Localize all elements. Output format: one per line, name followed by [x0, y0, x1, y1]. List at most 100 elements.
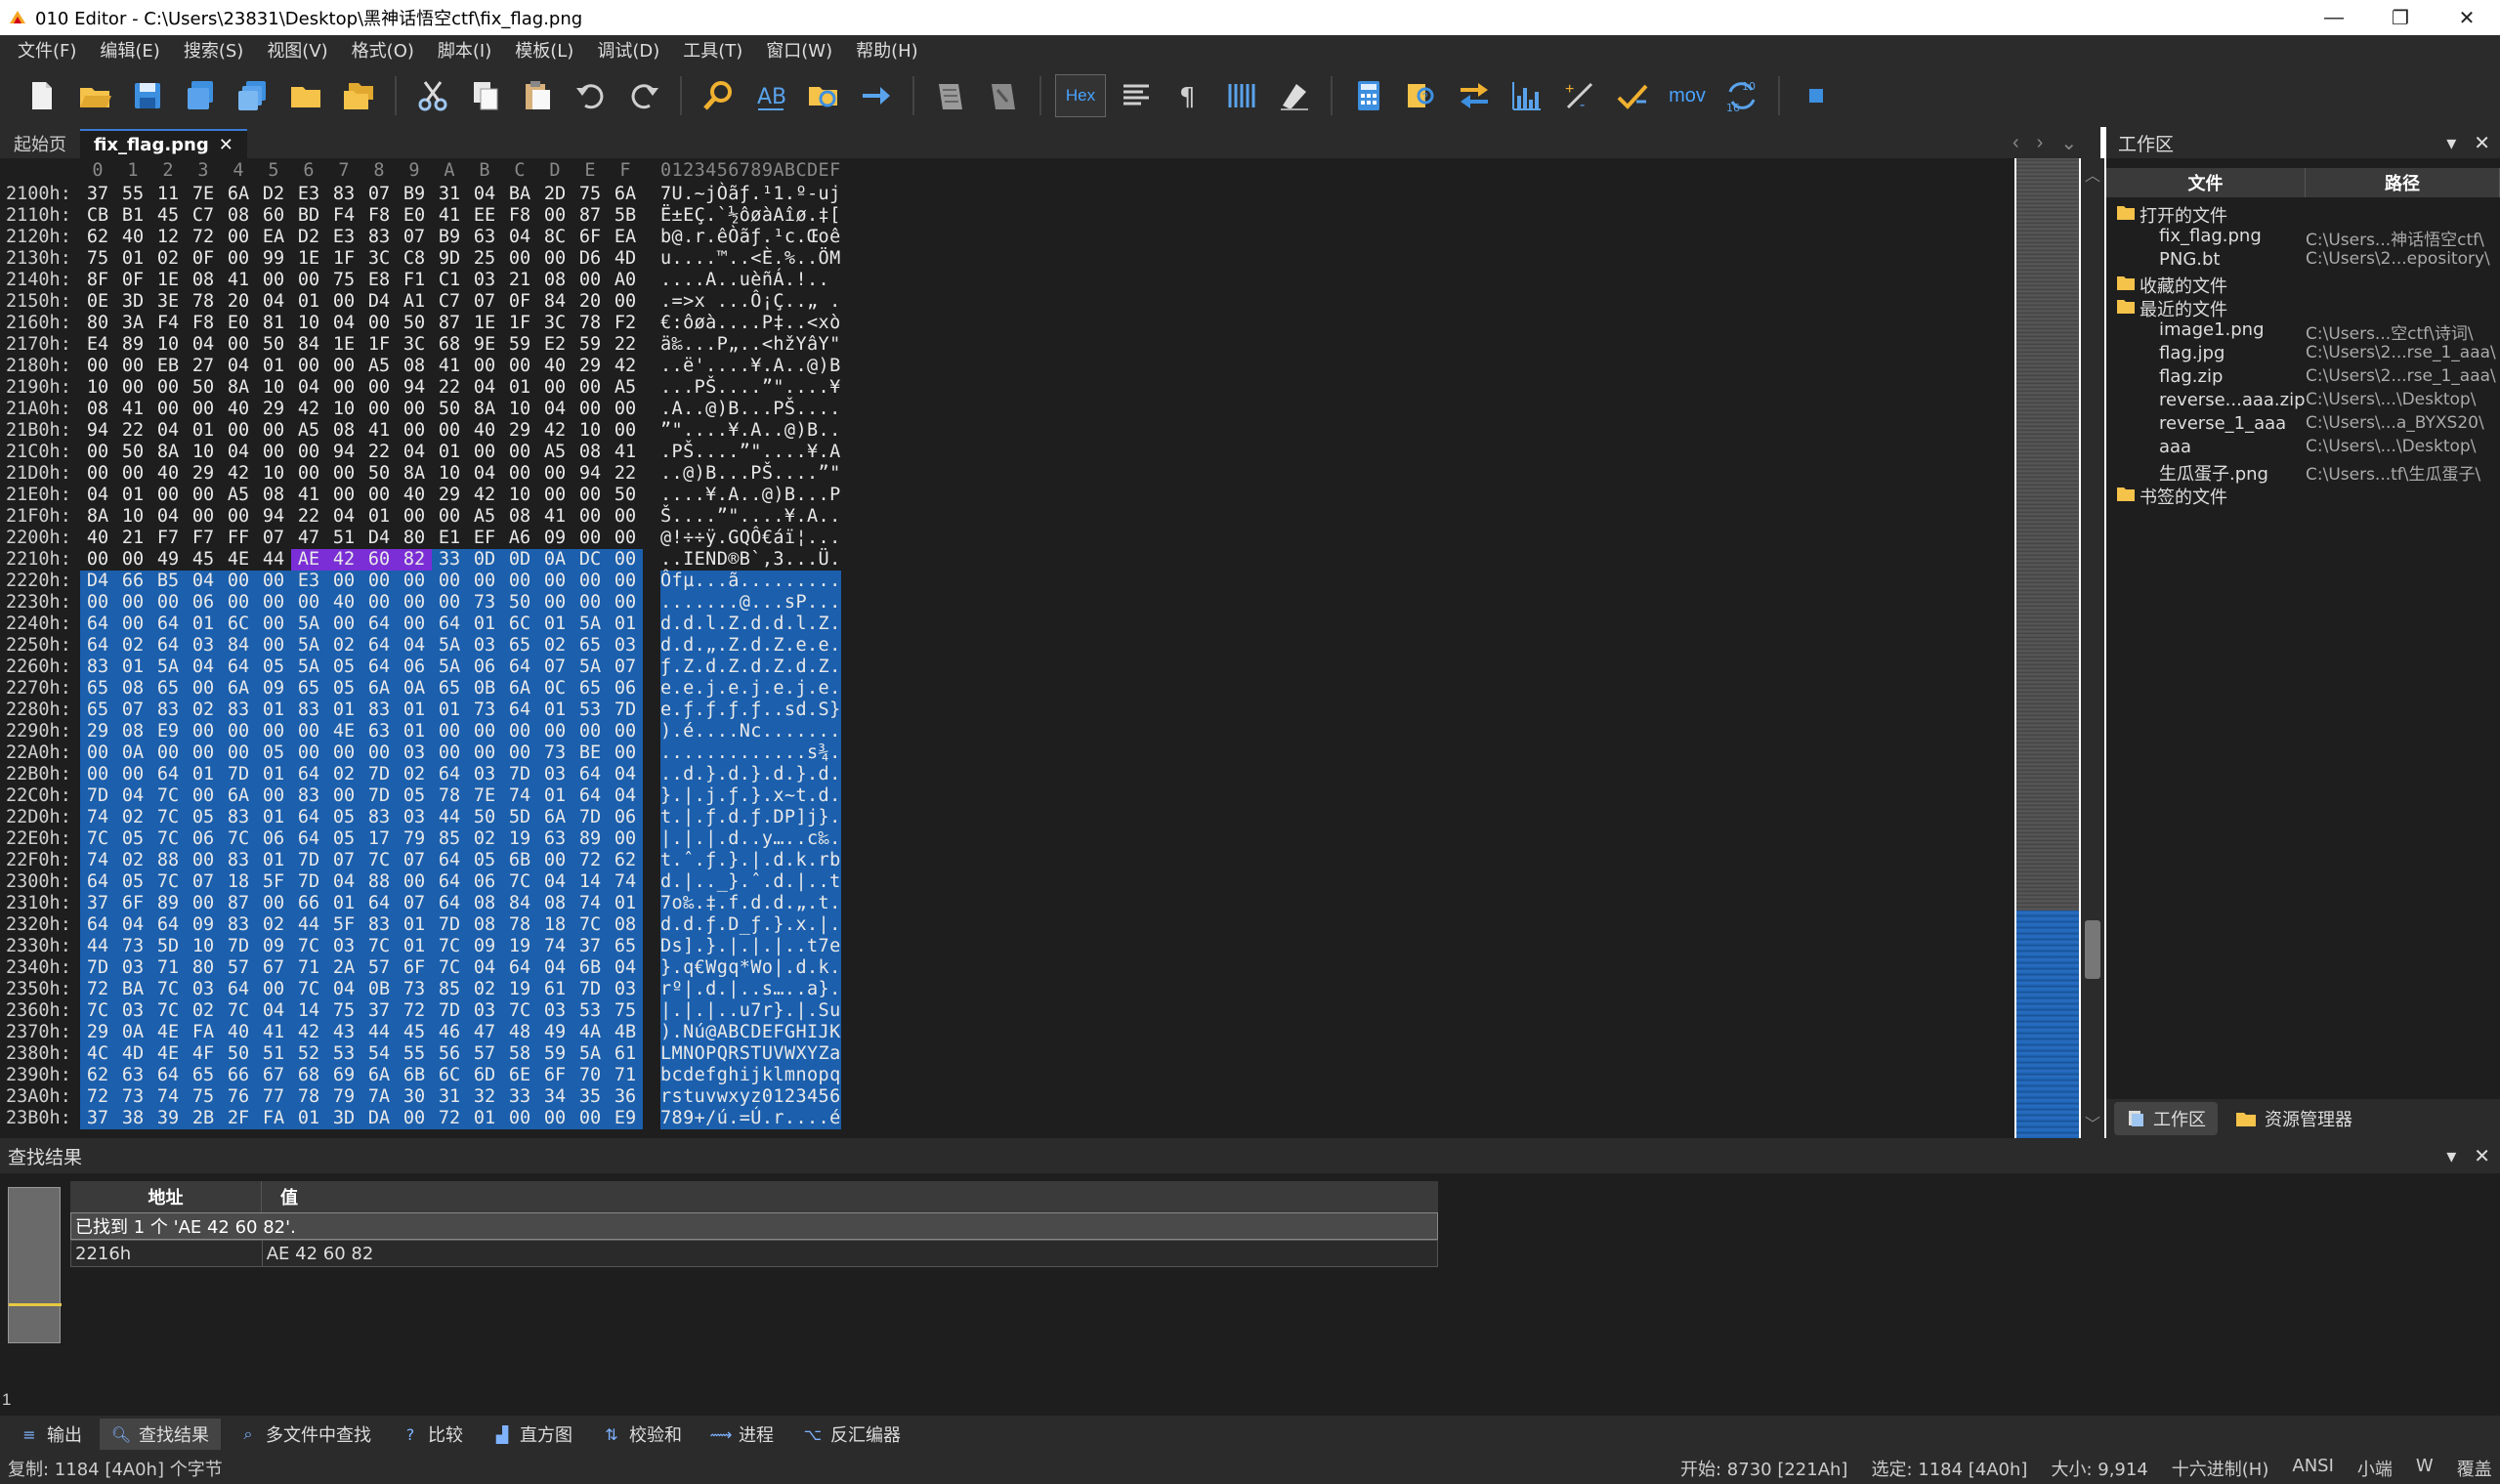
hex-byte[interactable]: 05 — [326, 807, 361, 828]
hex-byte[interactable]: 00 — [221, 721, 256, 742]
hex-byte[interactable]: 64 — [572, 764, 608, 785]
menu-help[interactable]: 帮助(H) — [844, 37, 930, 63]
hex-byte[interactable]: 10 — [256, 377, 291, 399]
hex-byte[interactable]: 04 — [80, 485, 115, 506]
hex-byte[interactable]: 21 — [115, 528, 150, 549]
hex-byte[interactable]: 03 — [186, 635, 221, 657]
hex-byte[interactable]: 54 — [361, 1043, 397, 1065]
hex-byte[interactable]: 07 — [397, 850, 432, 871]
ascii-text[interactable]: Ôfµ...ã......... — [660, 571, 841, 592]
hex-byte[interactable]: E4 — [80, 334, 115, 356]
hex-byte[interactable]: 03 — [467, 1000, 502, 1022]
hex-byte[interactable]: 64 — [150, 614, 186, 635]
hex-byte[interactable]: 42 — [291, 399, 326, 420]
hex-byte[interactable]: 78 — [432, 785, 467, 807]
hex-byte[interactable]: 61 — [608, 1043, 643, 1065]
hex-byte[interactable]: FF — [221, 528, 256, 549]
minimize-button[interactable]: — — [2301, 0, 2367, 35]
hex-byte[interactable]: 08 — [537, 893, 572, 914]
hex-byte[interactable]: 00 — [80, 549, 115, 571]
ascii-text[interactable]: }.q€Wgq*Wo|.d.k. — [660, 957, 841, 979]
hex-byte[interactable]: 3C — [361, 248, 397, 270]
hex-byte[interactable]: 05 — [326, 828, 361, 850]
hex-byte[interactable]: 41 — [608, 442, 643, 463]
hex-byte[interactable]: 10 — [186, 442, 221, 463]
hex-byte[interactable]: 1E — [150, 270, 186, 291]
hex-byte[interactable]: 01 — [467, 1108, 502, 1129]
hex-byte[interactable]: 00 — [291, 592, 326, 614]
hex-byte[interactable]: 02 — [326, 764, 361, 785]
hex-byte[interactable]: 00 — [537, 377, 572, 399]
hex-byte[interactable]: 7D — [291, 871, 326, 893]
hex-byte[interactable]: 40 — [397, 485, 432, 506]
find-button[interactable] — [696, 73, 741, 118]
status-overwrite[interactable]: 覆盖 — [2457, 1456, 2492, 1481]
hex-byte[interactable]: 41 — [115, 399, 150, 420]
ascii-text[interactable]: b@.r.êÒãƒ.¹c.Œoê — [660, 227, 841, 248]
hex-byte[interactable]: 50 — [221, 1043, 256, 1065]
hex-byte[interactable]: 0A — [397, 678, 432, 700]
hex-byte[interactable]: 2F — [221, 1108, 256, 1129]
inspector-button[interactable]: ? — [1399, 73, 1444, 118]
hex-byte[interactable]: 05 — [115, 828, 150, 850]
hex-byte[interactable]: 66 — [291, 893, 326, 914]
hex-byte[interactable]: 75 — [608, 1000, 643, 1022]
hex-byte[interactable]: 7C — [150, 871, 186, 893]
hex-byte[interactable]: 7D — [221, 764, 256, 785]
run-template-button[interactable] — [928, 73, 973, 118]
hex-byte[interactable]: 10 — [432, 463, 467, 485]
hex-byte[interactable]: 08 — [221, 205, 256, 227]
hex-byte[interactable]: 50 — [467, 807, 502, 828]
hex-byte[interactable]: 72 — [186, 227, 221, 248]
hex-byte[interactable]: 64 — [221, 657, 256, 678]
hex-byte[interactable]: 88 — [150, 850, 186, 871]
hex-byte[interactable]: 00 — [115, 592, 150, 614]
hex-byte[interactable]: 00 — [537, 850, 572, 871]
hex-byte[interactable]: 0B — [467, 678, 502, 700]
hex-byte[interactable]: 00 — [326, 785, 361, 807]
hex-byte[interactable]: 00 — [361, 399, 397, 420]
hex-byte[interactable]: 00 — [572, 721, 608, 742]
hex-byte[interactable]: 5D — [502, 807, 537, 828]
hex-byte[interactable]: 0D — [502, 549, 537, 571]
hex-byte[interactable]: 0C — [537, 678, 572, 700]
hex-byte[interactable]: F4 — [326, 205, 361, 227]
hex-byte[interactable]: 04 — [467, 377, 502, 399]
hex-byte[interactable]: 83 — [361, 914, 397, 936]
hex-byte[interactable]: 07 — [608, 657, 643, 678]
hex-byte[interactable]: 04 — [537, 871, 572, 893]
hex-byte[interactable]: 0F — [186, 248, 221, 270]
hex-byte[interactable]: 00 — [291, 463, 326, 485]
hex-byte[interactable]: 94 — [256, 506, 291, 528]
hex-byte[interactable]: 64 — [502, 657, 537, 678]
hex-byte[interactable]: DA — [361, 1108, 397, 1129]
hex-byte[interactable]: A5 — [608, 377, 643, 399]
hex-byte[interactable]: 75 — [572, 184, 608, 205]
hex-byte[interactable]: 01 — [186, 614, 221, 635]
hex-byte[interactable]: B1 — [115, 205, 150, 227]
ascii-text[interactable]: t.ˆ.ƒ.}.|.d.k.rb — [660, 850, 841, 871]
hex-byte[interactable]: D4 — [361, 291, 397, 313]
hex-byte[interactable]: 7C — [291, 979, 326, 1000]
hex-byte[interactable]: 00 — [608, 571, 643, 592]
hex-byte[interactable]: 00 — [537, 592, 572, 614]
hex-byte[interactable]: 00 — [537, 248, 572, 270]
hex-byte[interactable]: 04 — [256, 291, 291, 313]
hex-byte[interactable]: 37 — [80, 184, 115, 205]
hex-byte[interactable]: 40 — [221, 399, 256, 420]
hex-byte[interactable]: 75 — [186, 1086, 221, 1108]
hex-byte[interactable]: 10 — [80, 377, 115, 399]
hex-byte[interactable]: 00 — [608, 828, 643, 850]
hex-byte[interactable]: 10 — [502, 485, 537, 506]
list-item[interactable]: 生瓜蛋子.png C:\Users...tf\生瓜蛋子\ — [2106, 459, 2500, 485]
hex-byte[interactable]: 10 — [115, 506, 150, 528]
hex-byte[interactable]: 74 — [608, 871, 643, 893]
hex-byte[interactable]: 7C — [80, 828, 115, 850]
hex-byte[interactable]: 40 — [80, 528, 115, 549]
ascii-text[interactable]: bcdefghijklmnopq — [660, 1065, 841, 1086]
hex-byte[interactable]: 00 — [256, 893, 291, 914]
hex-byte[interactable]: 05 — [256, 742, 291, 764]
hex-byte[interactable]: 29 — [256, 399, 291, 420]
hex-byte[interactable]: 21 — [502, 270, 537, 291]
tab-find-results[interactable]: 🔍︎ 查找结果 — [100, 1419, 221, 1450]
